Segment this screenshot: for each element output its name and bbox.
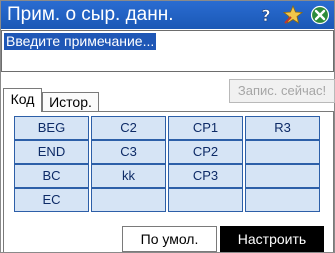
customize-button[interactable]: Настроить — [220, 226, 324, 252]
code-grid: BEG C2 CP1 R3 END C3 CP2 BC kk CP3 EC — [14, 116, 321, 214]
code-cell[interactable]: kk — [91, 164, 166, 188]
code-cell[interactable]: C2 — [91, 116, 166, 140]
tab-code[interactable]: Код — [3, 88, 42, 112]
tab-history[interactable]: Истор. — [42, 92, 99, 113]
code-cell[interactable]: CP1 — [168, 116, 243, 140]
svg-text:?: ? — [261, 6, 270, 25]
code-cell[interactable]: R3 — [245, 116, 320, 140]
pin-icon[interactable] — [282, 4, 304, 25]
default-button[interactable]: По умол. — [122, 226, 217, 252]
code-cell[interactable] — [245, 164, 320, 188]
note-placeholder: Введите примечание... — [4, 33, 157, 50]
code-cell[interactable] — [245, 188, 320, 212]
code-cell[interactable]: END — [14, 140, 89, 164]
code-cell[interactable]: BEG — [14, 116, 89, 140]
code-cell[interactable] — [245, 140, 320, 164]
code-cell[interactable] — [168, 188, 243, 212]
title-bar: Прим. о сыр. данн. ? — [1, 1, 334, 29]
code-cell[interactable]: EC — [14, 188, 89, 212]
close-icon[interactable] — [310, 5, 330, 25]
code-cell[interactable]: CP3 — [168, 164, 243, 188]
record-now-button[interactable]: Запис. сейчас! — [229, 79, 335, 103]
dialog-title: Прим. о сыр. данн. — [7, 4, 174, 25]
note-input[interactable]: Введите примечание... — [1, 30, 334, 72]
code-cell[interactable]: C3 — [91, 140, 166, 164]
code-cell[interactable]: CP2 — [168, 140, 243, 164]
code-cell[interactable] — [91, 188, 166, 212]
help-icon[interactable]: ? — [256, 5, 276, 26]
code-cell[interactable]: BC — [14, 164, 89, 188]
